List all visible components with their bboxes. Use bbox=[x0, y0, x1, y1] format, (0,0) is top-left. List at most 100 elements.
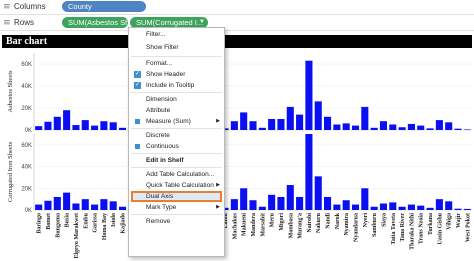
bar-narok bbox=[333, 204, 341, 210]
menu-item-continuous[interactable]: Continuous bbox=[129, 141, 224, 152]
x-tick-label: Uasin Gishu bbox=[437, 212, 443, 244]
columns-shelf[interactable]: ≡ Columns County bbox=[0, 0, 474, 15]
bar-nakuru bbox=[314, 101, 322, 130]
bar-tharaka-nithi bbox=[407, 204, 415, 210]
menu-item-discrete[interactable]: Discrete bbox=[129, 130, 224, 141]
bar-turkana bbox=[426, 128, 434, 130]
bar-nyandarua bbox=[351, 204, 360, 210]
x-tick-label: Isiolo bbox=[111, 213, 117, 227]
menu-item-show-filter[interactable]: Show Filter bbox=[129, 42, 224, 53]
menu-item-quick-table-calculation[interactable]: Quick Table Calculation ▶ bbox=[129, 180, 224, 191]
bar-makueni bbox=[240, 188, 248, 210]
bar-machakos bbox=[230, 121, 238, 130]
x-tick-label: Taita Taveta bbox=[391, 213, 397, 245]
menu-item-label: Add Table Calculation... bbox=[146, 171, 215, 178]
menu-item-label: Quick Table Calculation bbox=[146, 182, 214, 189]
bar-bomet bbox=[44, 200, 52, 210]
selected-dot-icon bbox=[135, 144, 140, 149]
menu-item-show-header[interactable]: ✓ Show Header bbox=[129, 69, 224, 80]
x-tick-label: Tana River bbox=[400, 213, 406, 242]
menu-item-remove[interactable]: Remove bbox=[129, 216, 224, 227]
menu-item-attribute[interactable]: Attribute bbox=[129, 105, 224, 116]
bar-murang-a bbox=[296, 196, 304, 210]
menu-item-label: Show Header bbox=[146, 71, 186, 78]
menu-item-dimension[interactable]: Dimension bbox=[129, 94, 224, 105]
y-tick-label: 20K bbox=[21, 186, 32, 192]
menu-separator bbox=[131, 214, 222, 215]
menu-item-include-in-tooltip[interactable]: ✓ Include in Tooltip bbox=[129, 80, 224, 91]
menu-item-filter[interactable]: Filter... bbox=[129, 29, 224, 40]
menu-item-label: Attribute bbox=[146, 107, 171, 114]
bar-marsabit bbox=[258, 206, 266, 210]
menu-item-label: Continuous bbox=[146, 143, 179, 150]
menu-item-edit-in-shelf[interactable]: Edit in Shelf bbox=[129, 155, 224, 166]
x-tick-label: Siaya bbox=[381, 213, 387, 227]
x-tick-label: Nairobi bbox=[307, 213, 313, 233]
checkmark-icon: ✓ bbox=[134, 71, 141, 78]
bar-homa-bay bbox=[100, 121, 108, 130]
bar-turkana bbox=[426, 207, 434, 210]
bar-nyandarua bbox=[351, 125, 360, 130]
bar-wajir bbox=[454, 208, 462, 210]
bar-nakuru bbox=[314, 176, 322, 210]
x-tick-label: Vihiga bbox=[447, 213, 453, 230]
submenu-arrow-icon: ▶ bbox=[216, 118, 220, 124]
bar-samburu bbox=[370, 127, 378, 130]
x-tick-label: Nandi bbox=[326, 213, 332, 229]
bar-mandera bbox=[249, 200, 257, 210]
y-tick-label: 40K bbox=[21, 84, 32, 90]
bar-meru bbox=[268, 119, 276, 130]
x-tick-label: Bungoma bbox=[55, 213, 61, 238]
bar-bomet bbox=[44, 121, 52, 130]
bar-isiolo bbox=[109, 122, 117, 130]
context-menu: Filter... Show Filter Format... ✓ Show Heade… bbox=[128, 27, 225, 257]
menu-item-measure-sum[interactable]: Measure (Sum) ▶ bbox=[129, 116, 224, 127]
x-tick-label: Trans Nzoia bbox=[419, 213, 425, 244]
columns-icon: ≡ bbox=[3, 2, 11, 12]
columns-shelf-label: Columns bbox=[14, 2, 46, 11]
menu-item-label: Discrete bbox=[146, 132, 170, 139]
bar-bungoma bbox=[53, 196, 61, 210]
y-tick-label: 60K bbox=[21, 62, 32, 68]
x-tick-label: Narok bbox=[335, 212, 341, 229]
x-tick-label: Meru bbox=[270, 212, 276, 227]
y-tick-label: 0K bbox=[25, 208, 32, 214]
menu-separator bbox=[131, 153, 222, 154]
menu-item-label: Show Filter bbox=[146, 44, 179, 51]
bar-wajir bbox=[454, 128, 462, 130]
menu-item-add-table-calculation[interactable]: Add Table Calculation... bbox=[129, 169, 224, 180]
menu-item-label: Include in Tooltip bbox=[146, 82, 195, 89]
asbestos-sheet-pill[interactable]: SUM(Asbestos Sheet... bbox=[62, 17, 128, 28]
menu-item-format[interactable]: Format... bbox=[129, 58, 224, 69]
bar-west-pokot bbox=[463, 208, 471, 210]
x-tick-label: Elgeyo Marakwet bbox=[74, 213, 80, 259]
bar-nyeri bbox=[361, 106, 369, 130]
x-tick-label: Nyeri bbox=[363, 213, 369, 228]
asbestos-sheet-pill-label: SUM(Asbestos Sheet... bbox=[68, 18, 128, 27]
county-pill[interactable]: County bbox=[62, 1, 146, 12]
menu-item-mark-type[interactable]: Mark Type ▶ bbox=[129, 202, 224, 213]
bar-uasin-gishu bbox=[435, 120, 443, 130]
x-tick-label: Turkana bbox=[428, 213, 434, 235]
bar-kajiado bbox=[118, 127, 127, 130]
bar-trans-nzoia bbox=[417, 205, 425, 210]
bar-nairobi bbox=[305, 60, 313, 131]
menu-item-label: Remove bbox=[146, 218, 171, 225]
x-tick-label: Nyamira bbox=[344, 213, 350, 236]
x-tick-label: Baringo bbox=[37, 213, 43, 234]
bar-makueni bbox=[240, 112, 248, 130]
bar-migori bbox=[277, 196, 285, 210]
bar-vihiga bbox=[445, 122, 453, 130]
x-tick-label: Busia bbox=[65, 213, 71, 227]
bar-garissa bbox=[91, 125, 99, 130]
menu-item-dual-axis[interactable]: Dual Axis bbox=[129, 191, 224, 202]
bar-nandi bbox=[324, 196, 332, 210]
bar-uasin-gishu bbox=[435, 199, 443, 210]
submenu-arrow-icon: ▶ bbox=[216, 204, 220, 210]
bar-vihiga bbox=[445, 201, 453, 210]
x-tick-label: Mombasa bbox=[288, 213, 294, 238]
x-tick-label: Kajiado bbox=[121, 213, 127, 234]
bar-elgeyo-marakwet bbox=[72, 203, 80, 210]
county-pill-label: County bbox=[68, 2, 92, 11]
rows-shelf[interactable]: ≡ Rows SUM(Asbestos Sheet... SUM(Corruga… bbox=[0, 16, 474, 31]
